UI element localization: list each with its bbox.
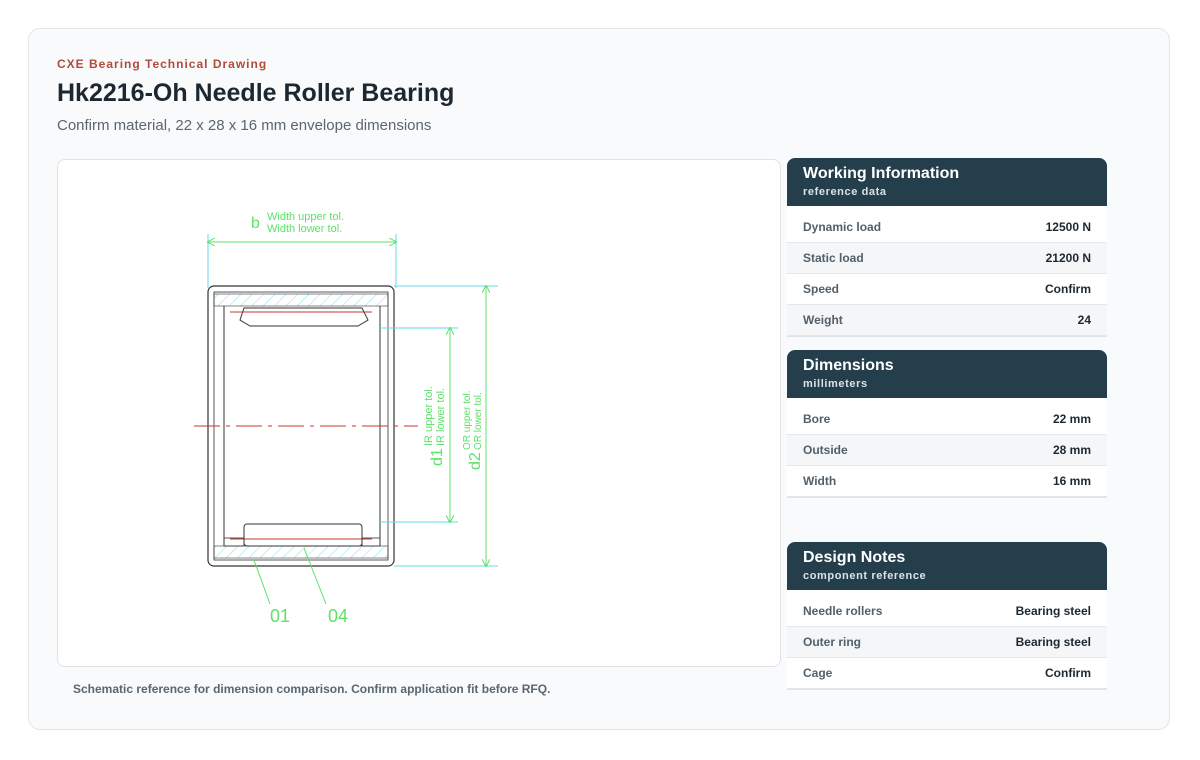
technical-drawing: b Width upper tol. Width lower tol. d1 I… bbox=[57, 159, 781, 667]
row-label: Outer ring bbox=[803, 635, 862, 649]
row-label: Outside bbox=[803, 443, 848, 457]
or-upper-tol: OR upper tol. bbox=[462, 391, 473, 450]
row-label: Cage bbox=[803, 666, 833, 680]
row-label: Dynamic load bbox=[803, 220, 882, 234]
table-row: Width 16 mm bbox=[787, 466, 1107, 497]
table-row: Static load 21200 N bbox=[787, 243, 1107, 274]
row-value: 12500 N bbox=[1045, 220, 1091, 234]
row-value: Bearing steel bbox=[1015, 635, 1091, 649]
page-title: Hk2216-Oh Needle Roller Bearing bbox=[57, 79, 455, 107]
panel-header: Dimensions millimeters bbox=[787, 350, 1107, 398]
row-label: Bore bbox=[803, 412, 831, 426]
width-upper-tol: Width upper tol. bbox=[267, 211, 344, 223]
label-d1: d1 bbox=[429, 448, 446, 466]
panel-title: Working Information bbox=[803, 165, 960, 182]
panel-title: Dimensions bbox=[803, 357, 894, 374]
table-row: Cage Confirm bbox=[787, 658, 1107, 689]
panel-title: Design Notes bbox=[803, 549, 906, 566]
part-label-04: 04 bbox=[328, 606, 348, 626]
bearing-drawing-svg: b Width upper tol. Width lower tol. d1 I… bbox=[194, 211, 498, 626]
dimensions-panel: Dimensions millimeters Bore 22 mm Outside… bbox=[787, 350, 1107, 497]
table-row: Outer ring Bearing steel bbox=[787, 627, 1107, 658]
row-label: Width bbox=[803, 474, 837, 488]
drawing-caption: Schematic reference for dimension compar… bbox=[73, 682, 551, 696]
row-value: 16 mm bbox=[1052, 474, 1091, 488]
label-b: b bbox=[251, 215, 260, 232]
row-label: Weight bbox=[803, 313, 843, 327]
part-label-01: 01 bbox=[270, 606, 290, 626]
row-label: Needle rollers bbox=[803, 604, 883, 618]
or-lower-tol: OR lower tol. bbox=[473, 392, 484, 450]
row-value: 24 bbox=[1077, 313, 1091, 327]
row-value: 22 mm bbox=[1052, 412, 1091, 426]
table-row: Weight 24 bbox=[787, 305, 1107, 336]
row-value: Confirm bbox=[1045, 282, 1091, 296]
panel-subtitle: component reference bbox=[803, 570, 927, 582]
width-lower-tol: Width lower tol. bbox=[267, 223, 342, 235]
table-row: Needle rollers Bearing steel bbox=[787, 596, 1107, 627]
row-value: 28 mm bbox=[1052, 443, 1091, 457]
page-subtitle: Confirm material, 22 x 28 x 16 mm envelo… bbox=[57, 117, 432, 134]
panel-header: Working Information reference data bbox=[787, 158, 1107, 206]
label-d2: d2 bbox=[467, 452, 484, 470]
row-value: Confirm bbox=[1045, 666, 1091, 680]
row-value: 21200 N bbox=[1045, 251, 1091, 265]
panel-subtitle: reference data bbox=[803, 186, 887, 198]
ir-lower-tol: IR lower tol. bbox=[435, 388, 447, 446]
ir-upper-tol: IR upper tol. bbox=[423, 386, 435, 446]
row-label: Static load bbox=[803, 251, 864, 265]
row-label: Speed bbox=[803, 282, 840, 296]
width-dimension: b Width upper tol. Width lower tol. bbox=[208, 211, 396, 288]
table-row: Outside 28 mm bbox=[787, 435, 1107, 466]
table-row: Dynamic load 12500 N bbox=[787, 212, 1107, 243]
design-notes-panel: Design Notes component reference Needle … bbox=[787, 542, 1107, 689]
eyebrow-label: CXE Bearing Technical Drawing bbox=[57, 57, 268, 71]
panel-header: Design Notes component reference bbox=[787, 542, 1107, 590]
table-row: Speed Confirm bbox=[787, 274, 1107, 305]
working-information-panel: Working Information reference data Dynam… bbox=[787, 158, 1107, 336]
panel-subtitle: millimeters bbox=[803, 378, 868, 390]
table-row: Bore 22 mm bbox=[787, 404, 1107, 435]
row-value: Bearing steel bbox=[1015, 604, 1091, 618]
